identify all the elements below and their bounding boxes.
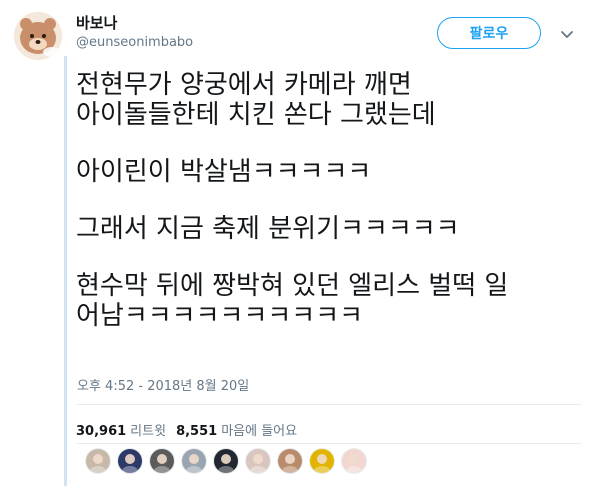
user-handle[interactable]: @eunseonimbabo [76,35,193,50]
avatar-user-8-icon[interactable] [310,449,334,473]
divider [76,404,581,405]
like-count: 8,551 [176,424,218,439]
chevron-down-icon[interactable] [557,24,577,44]
tweet-stats: 30,961 리트윗 8,551 마음에 들어요 [76,420,297,439]
retweet-stat[interactable]: 30,961 리트윗 [76,420,166,439]
avatar-bear-icon [14,12,62,60]
liker-avatars [86,449,366,473]
retweet-label: 리트윗 [130,424,167,439]
tweet-paragraph: 그래서 지금 축제 분위기ㅋㅋㅋㅋㅋ [76,214,460,244]
follow-button[interactable]: 팔로우 [437,17,541,49]
user-avatar[interactable] [14,12,62,60]
like-label: 마음에 들어요 [221,424,298,439]
thread-indicator-bar [64,56,67,486]
avatar-user-5-icon[interactable] [214,449,238,473]
avatar-user-4-icon[interactable] [182,449,206,473]
tweet-paragraph: 아이린이 박살냄ㅋㅋㅋㅋㅋ [76,157,372,187]
tweet-body: 전현무가 양궁에서 카메라 깨면 아이돌들한테 치킨 쏜다 그랬는데아이린이 박살… [76,70,581,331]
tweet-paragraph: 현수막 뒤에 짱박혀 있던 엘리스 벌떡 일 어남ㅋㅋㅋㅋㅋㅋㅋㅋㅋㅋ [76,271,509,331]
tweet-card: 바보나 @eunseonimbabo 팔로우 전현무가 양궁에서 카메라 깨면 아… [0,0,594,486]
tweet-timestamp[interactable]: 오후 4:52 - 2018년 8월 20일 [77,375,249,394]
divider [76,443,581,444]
avatar-user-7-icon[interactable] [278,449,302,473]
tweet-paragraph: 전현무가 양궁에서 카메라 깨면 아이돌들한테 치킨 쏜다 그랬는데 [76,70,436,130]
user-display-name[interactable]: 바보나 [76,12,117,33]
avatar-user-1-icon[interactable] [86,449,110,473]
avatar-user-3-icon[interactable] [150,449,174,473]
like-stat[interactable]: 8,551 마음에 들어요 [176,420,297,439]
retweet-count: 30,961 [76,424,127,439]
avatar-user-6-icon[interactable] [246,449,270,473]
avatar-user-2-icon[interactable] [118,449,142,473]
avatar-user-9-icon[interactable] [342,449,366,473]
